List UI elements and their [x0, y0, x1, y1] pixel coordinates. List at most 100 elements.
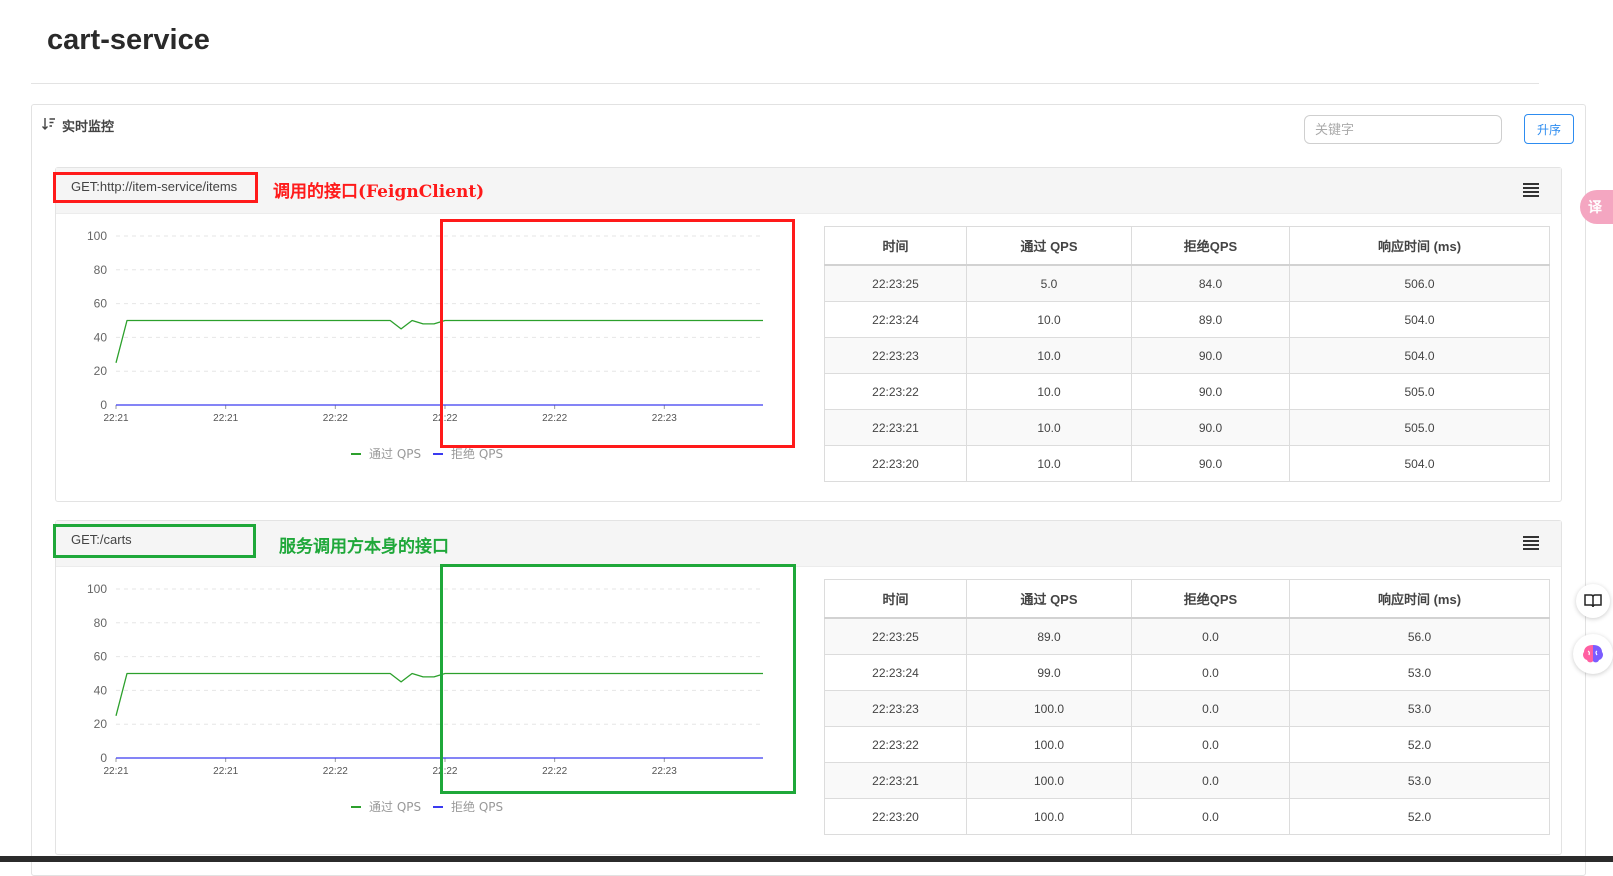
ai-brain-icon[interactable] [1573, 634, 1613, 674]
table-row: 22:23:21 100.0 0.0 53.0 [824, 762, 1550, 799]
rt-cell: 504.0 [1289, 301, 1550, 338]
block-qps-cell: 0.0 [1131, 654, 1290, 691]
rt-cell: 504.0 [1289, 445, 1550, 482]
time-cell: 22:23:22 [824, 726, 967, 763]
pass-qps-cell: 89.0 [966, 617, 1132, 655]
y-tick-label: 80 [94, 616, 108, 630]
table-header: 通过 QPS [966, 579, 1132, 619]
table-row: 22:23:24 10.0 89.0 504.0 [824, 301, 1550, 338]
rt-cell: 505.0 [1289, 373, 1550, 410]
translate-icon[interactable]: 译 [1580, 190, 1613, 224]
table-row: 22:23:21 10.0 90.0 505.0 [824, 409, 1550, 446]
pass-qps-cell: 100.0 [966, 762, 1132, 799]
y-tick-label: 40 [94, 683, 108, 697]
block-qps-cell: 0.0 [1131, 762, 1290, 799]
bottom-edge-bar [0, 856, 1613, 862]
annotation-text-red: 调用的接口(FeignClient) [273, 182, 485, 202]
pass-qps-cell: 10.0 [966, 445, 1132, 482]
block-qps-cell: 0.0 [1131, 690, 1290, 727]
table-row: 22:23:24 99.0 0.0 53.0 [824, 654, 1550, 691]
qps-table: 时间 通过 QPS 拒绝QPS 响应时间 (ms) 22:23:25 89.0 0.… [824, 579, 1550, 835]
table-header: 时间 [824, 579, 967, 619]
book-glyph-icon [1584, 594, 1602, 608]
table-row: 22:23:25 5.0 84.0 506.0 [824, 264, 1550, 302]
panel-title: 实时监控 [62, 119, 115, 134]
annotation-box-red [53, 172, 258, 203]
rt-cell: 52.0 [1289, 726, 1550, 763]
title-divider [31, 83, 1539, 84]
rt-cell: 52.0 [1289, 798, 1550, 835]
legend-label: 通过 QPS [369, 800, 421, 814]
time-cell: 22:23:25 [824, 264, 967, 302]
resource-card-1: GET:http://item-service/items 0 20 40 60 80 1… [55, 167, 1562, 502]
menu-icon[interactable] [1523, 536, 1539, 550]
table-header: 时间 [824, 226, 967, 266]
table-header: 拒绝QPS [1131, 579, 1290, 619]
legend-label: 拒绝 QPS [451, 446, 503, 461]
y-tick-label: 100 [87, 229, 107, 243]
pass-qps-cell: 10.0 [966, 337, 1132, 374]
rt-cell: 53.0 [1289, 690, 1550, 727]
table-header: 通过 QPS [966, 226, 1132, 266]
pass-qps-cell: 10.0 [966, 301, 1132, 338]
annotation-box-green [53, 524, 256, 558]
qps-table: 时间 通过 QPS 拒绝QPS 响应时间 (ms) 22:23:25 5.0 84.… [824, 226, 1550, 482]
time-cell: 22:23:24 [824, 301, 967, 338]
y-tick-label: 40 [94, 330, 108, 344]
time-cell: 22:23:20 [824, 445, 967, 482]
x-tick-label: 22:21 [103, 766, 128, 777]
rt-cell: 53.0 [1289, 762, 1550, 799]
y-tick-label: 80 [94, 263, 108, 277]
pass-qps-cell: 5.0 [966, 264, 1132, 302]
pass-qps-cell: 99.0 [966, 654, 1132, 691]
pass-qps-cell: 100.0 [966, 798, 1132, 835]
resource-card-2: GET:/carts 0 20 40 60 80 100 22:21 22:21 22:22 22… [55, 520, 1562, 855]
time-cell: 22:23:23 [824, 690, 967, 727]
time-cell: 22:23:25 [824, 617, 967, 655]
time-cell: 22:23:22 [824, 373, 967, 410]
book-icon[interactable] [1576, 584, 1610, 618]
block-qps-cell: 0.0 [1131, 726, 1290, 763]
x-tick-label: 22:22 [323, 413, 348, 424]
sort-icon [42, 118, 55, 130]
x-tick-label: 22:21 [213, 413, 238, 424]
table-header: 响应时间 (ms) [1289, 579, 1550, 619]
table-row: 22:23:20 10.0 90.0 504.0 [824, 445, 1550, 482]
block-qps-cell: 89.0 [1131, 301, 1290, 338]
table-header: 拒绝QPS [1131, 226, 1290, 266]
x-tick-label: 22:21 [213, 766, 238, 777]
time-cell: 22:23:21 [824, 762, 967, 799]
rt-cell: 504.0 [1289, 337, 1550, 374]
table-row: 22:23:25 89.0 0.0 56.0 [824, 617, 1550, 655]
y-tick-label: 20 [94, 364, 108, 378]
sort-ascending-button[interactable]: 升序 [1524, 114, 1574, 144]
keyword-search-input[interactable] [1304, 115, 1502, 144]
menu-icon[interactable] [1523, 183, 1539, 197]
block-qps-cell: 0.0 [1131, 798, 1290, 835]
block-qps-cell: 90.0 [1131, 445, 1290, 482]
block-qps-cell: 90.0 [1131, 373, 1290, 410]
time-cell: 22:23:20 [824, 798, 967, 835]
time-cell: 22:23:23 [824, 337, 967, 374]
page-title: cart-service [47, 24, 210, 56]
block-qps-cell: 0.0 [1131, 617, 1290, 655]
block-qps-cell: 84.0 [1131, 264, 1290, 302]
y-tick-label: 20 [94, 717, 108, 731]
x-tick-label: 22:22 [323, 766, 348, 777]
time-cell: 22:23:21 [824, 409, 967, 446]
table-row: 22:23:23 10.0 90.0 504.0 [824, 337, 1550, 374]
pass-qps-cell: 100.0 [966, 726, 1132, 763]
table-row: 22:23:22 10.0 90.0 505.0 [824, 373, 1550, 410]
time-cell: 22:23:24 [824, 654, 967, 691]
pass-qps-cell: 10.0 [966, 373, 1132, 410]
x-tick-label: 22:21 [103, 413, 128, 424]
y-tick-label: 60 [94, 650, 108, 664]
table-row: 22:23:23 100.0 0.0 53.0 [824, 690, 1550, 727]
rt-cell: 505.0 [1289, 409, 1550, 446]
rt-cell: 56.0 [1289, 617, 1550, 655]
rt-cell: 53.0 [1289, 654, 1550, 691]
y-tick-label: 0 [100, 751, 107, 765]
block-qps-cell: 90.0 [1131, 409, 1290, 446]
table-row: 22:23:20 100.0 0.0 52.0 [824, 798, 1550, 835]
annotation-text-green: 服务调用方本身的接口 [279, 537, 449, 557]
